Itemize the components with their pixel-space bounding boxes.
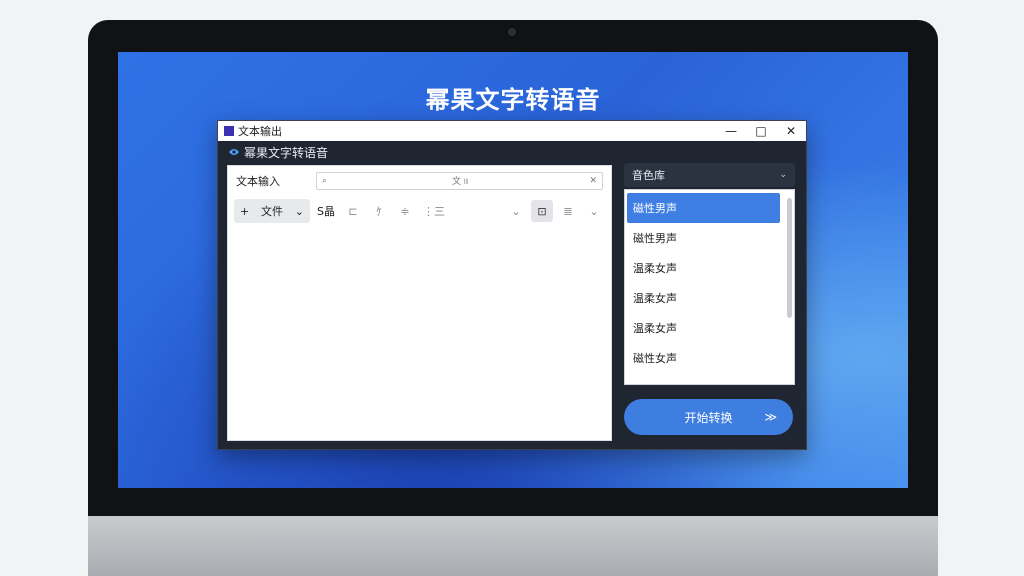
- window-title: 文本输出: [238, 125, 282, 138]
- text-editor-area[interactable]: [228, 226, 611, 440]
- plus-icon: +: [240, 204, 250, 218]
- app-header: 幂果文字转语音: [218, 141, 806, 163]
- voice-library-select[interactable]: 音色库 ⌄: [624, 163, 795, 187]
- desktop-screen: 幂果文字转语音 文本输出 — □ ✕ 幂果文字转语音 文本输入 ⌕ 文 ৷৷৷ …: [118, 52, 908, 488]
- clear-search-icon[interactable]: ✕: [589, 176, 597, 186]
- minimize-button[interactable]: —: [716, 121, 746, 141]
- app-window: 文本输出 — □ ✕ 幂果文字转语音 文本输入 ⌕ 文 ৷৷৷ ✕ + 文件 ⌄…: [217, 120, 807, 450]
- window-titlebar[interactable]: 文本输出 — □ ✕: [218, 121, 806, 141]
- voice-library-label: 音色库: [632, 169, 665, 182]
- format-tool-button[interactable]: S晶: [314, 200, 338, 222]
- search-input[interactable]: ⌕ 文 ৷৷৷ ✕: [316, 172, 603, 190]
- text-input-label: 文本输入: [236, 175, 280, 188]
- voice-list: 磁性男声 磁性男声 温柔女声 温柔女声 温柔女声 磁性女声: [624, 189, 795, 385]
- voice-item[interactable]: 温柔女声: [627, 313, 780, 343]
- app-icon: [224, 126, 234, 136]
- voice-item[interactable]: 磁性男声: [627, 223, 780, 253]
- align-tool-button[interactable]: ≑: [394, 200, 416, 222]
- voice-item[interactable]: 磁性女声: [627, 343, 780, 373]
- search-input-text: 文 ৷৷৷: [452, 176, 469, 187]
- start-convert-label: 开始转换: [684, 410, 733, 425]
- logo-icon: [229, 149, 239, 155]
- text-input-panel: 文本输入 ⌕ 文 ৷৷৷ ✕ + 文件 ⌄ S晶 ⊏ ｹ ≑ ⋮三 ⌄ ⊡ ≣ …: [227, 165, 612, 441]
- editor-toolbar: + 文件 ⌄ S晶 ⊏ ｹ ≑ ⋮三 ⌄ ⊡ ≣ ⌄: [228, 196, 611, 226]
- webcam-dot: [508, 28, 516, 36]
- chevron-down-icon: ⌄: [779, 170, 787, 180]
- app-header-title: 幂果文字转语音: [244, 145, 329, 160]
- wallpaper-title: 幂果文字转语音: [425, 86, 601, 114]
- text-input-header: 文本输入 ⌕ 文 ৷৷৷ ✕: [228, 166, 611, 196]
- chevron-down-icon: ⌄: [294, 204, 304, 218]
- list-style-button[interactable]: ⋮三: [420, 200, 448, 222]
- more-chevron-icon[interactable]: ⌄: [583, 200, 605, 222]
- voice-panel: 音色库 ⌄ 磁性男声 磁性男声 温柔女声 温柔女声 温柔女声 磁性女声 开始转换…: [624, 163, 795, 435]
- monitor-bezel: 幂果文字转语音 文本输出 — □ ✕ 幂果文字转语音 文本输入 ⌕ 文 ৷৷৷ …: [88, 20, 938, 520]
- bracket-tool-button[interactable]: ⊏: [342, 200, 364, 222]
- start-convert-button[interactable]: 开始转换 ≫: [624, 399, 793, 435]
- insert-tool-button[interactable]: ⊡: [531, 200, 553, 222]
- voice-item[interactable]: 温柔女声: [627, 253, 780, 283]
- close-button[interactable]: ✕: [776, 121, 806, 141]
- double-chevron-right-icon: ≫: [764, 410, 777, 424]
- file-button-label: 文件: [261, 205, 283, 218]
- pause-tool-button[interactable]: ｹ: [368, 200, 390, 222]
- paragraph-tool-button[interactable]: ≣: [557, 200, 579, 222]
- file-button[interactable]: + 文件 ⌄: [234, 199, 310, 223]
- window-controls: — □ ✕: [716, 121, 806, 141]
- search-icon: ⌕: [322, 176, 328, 186]
- voice-item[interactable]: 温柔女声: [627, 283, 780, 313]
- maximize-button[interactable]: □: [746, 121, 776, 141]
- voice-item[interactable]: 磁性男声: [627, 193, 780, 223]
- dropdown-chevron-icon[interactable]: ⌄: [505, 200, 527, 222]
- monitor-stand: [88, 516, 938, 576]
- voice-list-scrollbar[interactable]: [787, 198, 792, 318]
